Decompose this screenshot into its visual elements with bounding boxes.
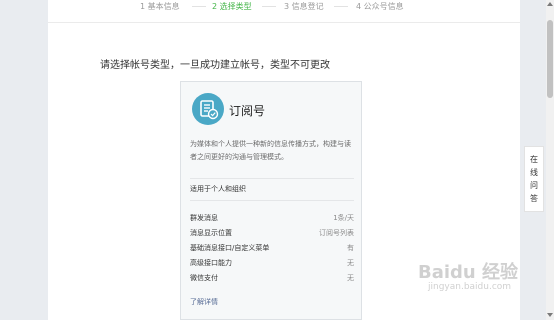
instruction-text: 请选择帐号类型，一旦成功建立帐号，类型不可更改 [100,60,330,71]
feature-value: 1条/天 [333,214,354,222]
feature-name: 微信支付 [190,274,218,282]
qa-char: 在 [530,155,538,164]
step-info-register: 3 信息登记 [284,2,324,11]
account-type-description: 为媒体和个人提供一种新的信息传播方式，构建与读者之间更好的沟通与管理模式。 [190,140,351,161]
online-qa-widget[interactable]: 在 线 问 答 [524,146,544,212]
qa-char: 线 [530,168,538,177]
feature-value: 有 [347,244,354,252]
qa-char: 答 [530,194,538,203]
step-account-info: 4 公众号信息 [356,2,404,11]
account-type-title: 订阅号 [229,104,266,118]
feature-name: 高级接口能力 [190,259,232,267]
audience-label: 适用于个人和组织 [190,185,246,193]
vertical-scrollbar[interactable] [546,0,554,320]
subscription-account-card[interactable]: 订阅号 为媒体和个人提供一种新的信息传播方式，构建与读者之间更好的沟通与管理模式… [180,81,362,320]
feature-row: 消息显示位置 订阅号列表 [190,228,354,238]
scroll-up-arrow-icon[interactable] [547,2,553,6]
feature-value: 无 [347,274,354,282]
feature-row: 微信支付 无 [190,273,354,283]
step-connector [262,6,276,7]
feature-value: 订阅号列表 [319,229,354,237]
subscription-account-icon [192,93,224,125]
scroll-down-arrow-icon[interactable] [547,313,553,317]
watermark-url: jingyan.baidu.com [428,282,512,292]
feature-name: 基础消息接口/自定义菜单 [190,244,270,252]
feature-value: 无 [347,259,354,267]
feature-row: 高级接口能力 无 [190,258,354,268]
card-divider [190,178,354,179]
qa-char: 问 [530,181,538,190]
step-basic-info: 1 基本信息 [140,2,180,11]
step-choose-type: 2 选择类型 [212,2,252,11]
watermark-logo: Baidu 经验 [418,262,519,283]
step-connector [334,6,348,7]
feature-row: 群发消息 1条/天 [190,213,354,223]
card-divider [190,200,354,201]
learn-more-link[interactable]: 了解详情 [190,297,218,307]
step-indicator: 1 基本信息 2 选择类型 3 信息登记 4 公众号信息 [48,0,520,12]
header-divider [48,22,520,23]
feature-name: 消息显示位置 [190,229,232,237]
feature-row: 基础消息接口/自定义菜单 有 [190,243,354,253]
step-connector [192,6,206,7]
scrollbar-thumb[interactable] [547,20,553,98]
feature-name: 群发消息 [190,214,218,222]
